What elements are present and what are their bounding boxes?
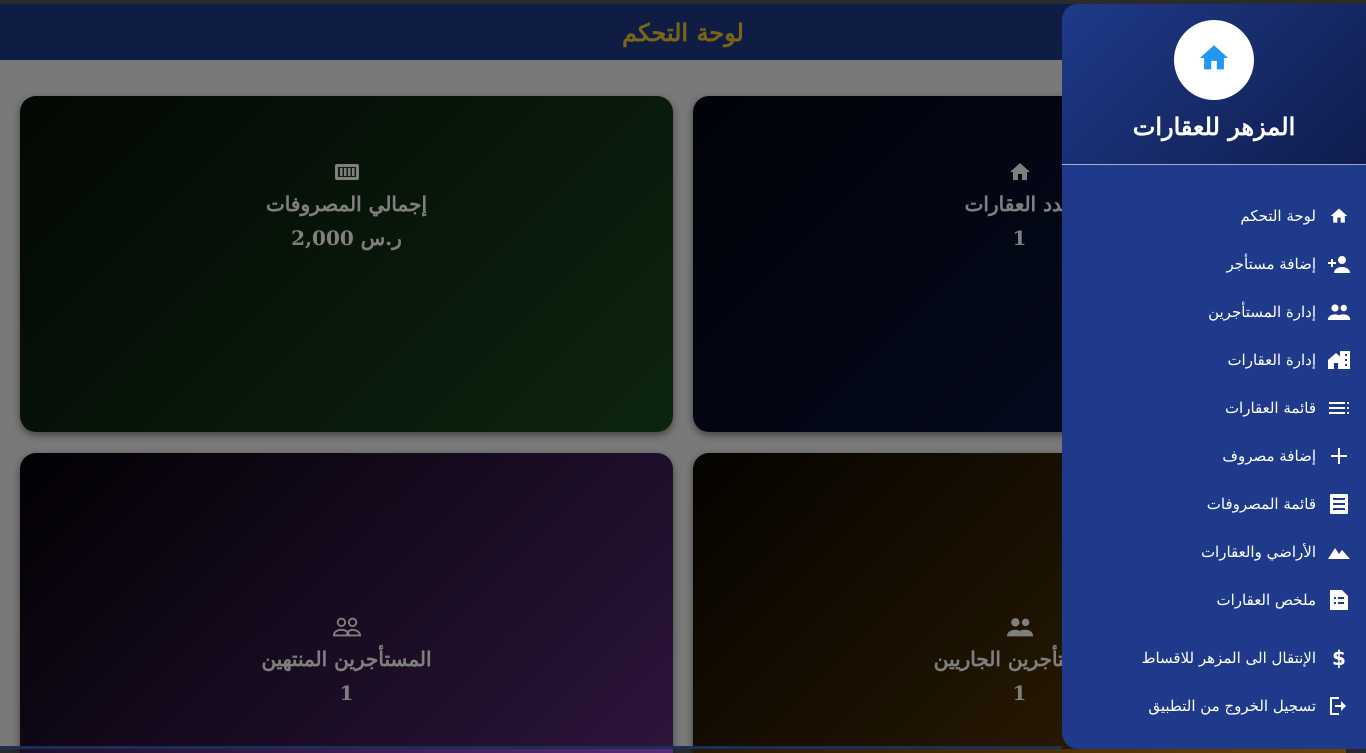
home-icon bbox=[1196, 41, 1232, 79]
menu-item-label: الأراضي والعقارات bbox=[1200, 543, 1316, 561]
summary-icon bbox=[1326, 587, 1352, 613]
menu-item-label: ملخص العقارات bbox=[1216, 591, 1317, 609]
menu-item-manage-tenants[interactable]: إدارة المستأجرين bbox=[1062, 288, 1366, 336]
receipt-icon bbox=[1326, 491, 1352, 517]
menu-item-properties-list[interactable]: قائمة العقارات bbox=[1062, 384, 1366, 432]
drawer-header: المزهر للعقارات bbox=[1062, 4, 1366, 165]
avatar bbox=[1174, 20, 1254, 100]
menu-item-properties-summary[interactable]: ملخص العقارات bbox=[1062, 576, 1366, 624]
menu-item-label: تسجيل الخروج من التطبيق bbox=[1148, 697, 1316, 715]
menu-item-label: قائمة العقارات bbox=[1224, 399, 1316, 417]
person-add-icon bbox=[1326, 251, 1352, 277]
menu-item-add-tenant[interactable]: إضافة مستأجر bbox=[1062, 240, 1366, 288]
navigation-drawer: المزهر للعقارات لوحة التحكم إضافة مستأجر… bbox=[1062, 4, 1366, 749]
menu-item-expenses-list[interactable]: قائمة المصروفات bbox=[1062, 480, 1366, 528]
menu-item-label: إضافة مصروف bbox=[1222, 447, 1316, 465]
menu-item-label: إدارة المستأجرين bbox=[1208, 303, 1316, 321]
menu-item-label: إضافة مستأجر bbox=[1226, 255, 1316, 273]
dollar-icon: $ bbox=[1332, 646, 1346, 670]
menu-item-label: قائمة المصروفات bbox=[1206, 495, 1316, 513]
plus-icon bbox=[1326, 443, 1352, 469]
people-icon bbox=[1326, 299, 1352, 325]
menu-item-label: لوحة التحكم bbox=[1240, 207, 1316, 225]
menu-item-label: إدارة العقارات bbox=[1227, 351, 1316, 369]
menu-item-go-installments[interactable]: $ الإنتقال الى المزهر للاقساط bbox=[1062, 634, 1366, 682]
menu-item-label: الإنتقال الى المزهر للاقساط bbox=[1141, 649, 1316, 667]
menu-item-dashboard[interactable]: لوحة التحكم bbox=[1062, 192, 1366, 240]
app-window: لوحة التحكم إجمالي المصروفات 2,000 ر.س ع… bbox=[0, 4, 1366, 753]
landscape-icon bbox=[1326, 539, 1352, 565]
list-icon bbox=[1326, 395, 1352, 421]
menu-item-lands-properties[interactable]: الأراضي والعقارات bbox=[1062, 528, 1366, 576]
drawer-menu: لوحة التحكم إضافة مستأجر إدارة المستأجري… bbox=[1062, 192, 1366, 730]
home-icon bbox=[1326, 203, 1352, 229]
brand-name: المزهر للعقارات bbox=[1132, 112, 1296, 141]
menu-item-manage-properties[interactable]: إدارة العقارات bbox=[1062, 336, 1366, 384]
logout-icon bbox=[1326, 693, 1352, 719]
buildings-icon bbox=[1326, 347, 1352, 373]
menu-item-add-expense[interactable]: إضافة مصروف bbox=[1062, 432, 1366, 480]
menu-item-logout[interactable]: تسجيل الخروج من التطبيق bbox=[1062, 682, 1366, 730]
